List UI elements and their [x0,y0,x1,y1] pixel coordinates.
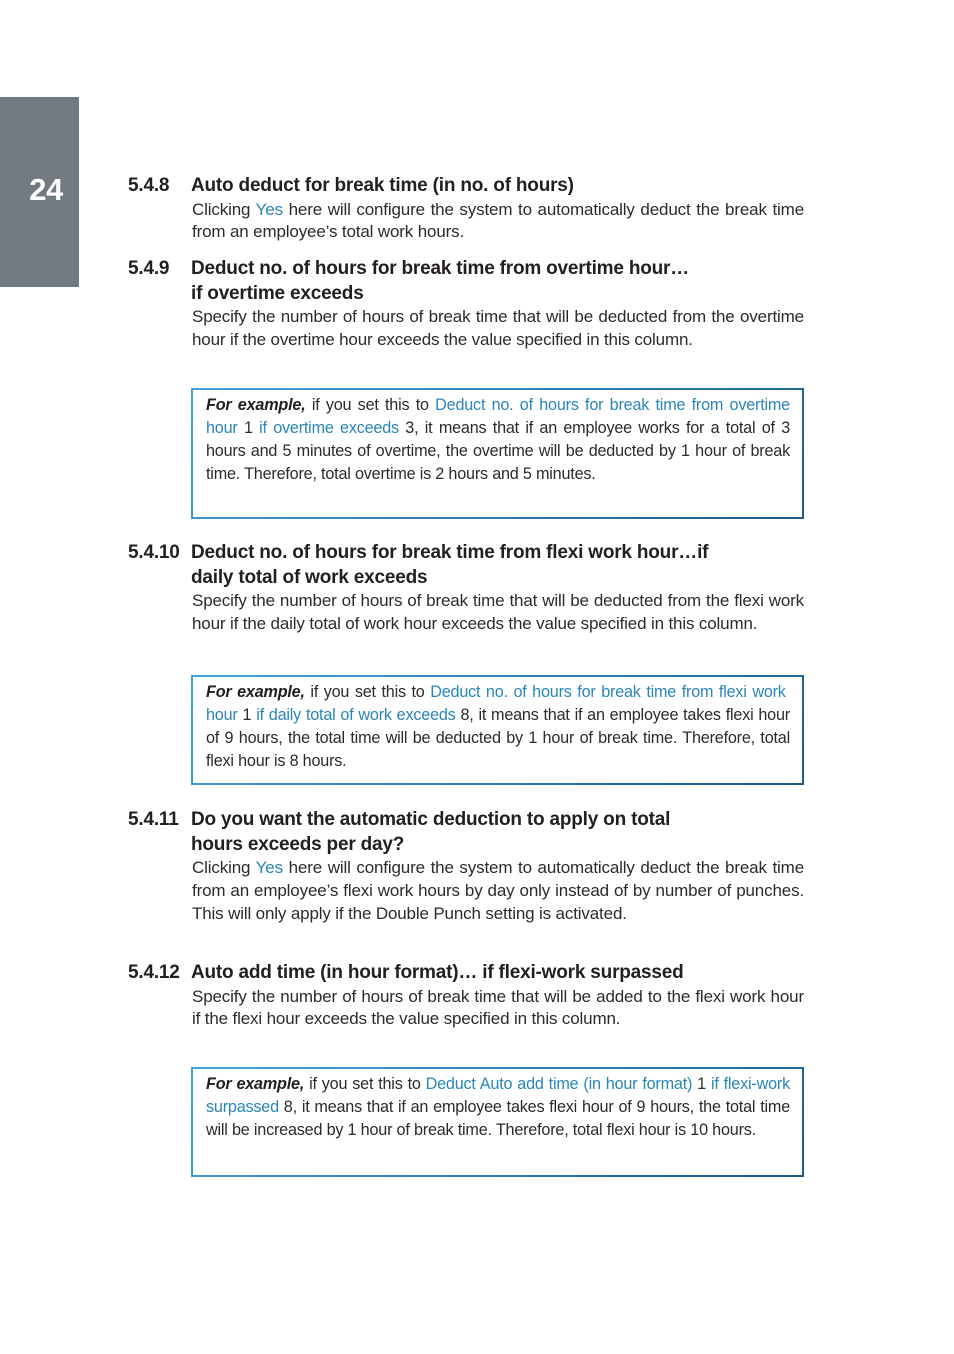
example-highlight: if overtime exceeds [259,418,399,437]
title-line-1: Deduct no. of hours for break time from … [191,542,709,563]
title-line-2: hours exceeds per day? [191,833,405,855]
section-heading: 5.4.12 Auto add time (in hour format)… i… [128,961,804,986]
section-number: 5.4.8 [128,175,170,196]
example-text: if you set this to [304,1075,426,1093]
title-line-2: daily total of work exceeds [191,566,428,588]
example-text: 8, it means that if an employee takes fl… [206,1097,790,1139]
section-heading: 5.4.8 Auto deduct for break time (in no.… [128,174,804,199]
section-number: 5.4.9 [128,258,170,279]
title-line-1: Deduct no. of hours for break time from … [191,258,690,279]
body-text: Clicking [192,199,256,219]
example-text: 1 [237,705,257,724]
page-number: 24 [29,172,63,207]
section-title: Auto deduct for break time (in no. of ho… [191,175,574,196]
example-text: if you set this to [304,683,431,701]
section-title: Do you want the automatic deduction to a… [191,808,804,857]
section-5-4-11: 5.4.11 Do you want the automatic deducti… [128,808,804,925]
section-title: Auto add time (in hour format)… if flexi… [191,962,684,983]
section-5-4-8: 5.4.8 Auto deduct for break time (in no.… [128,174,804,244]
body-text: here will configure the system to automa… [192,858,804,923]
example-box: For example, if you set this to Deduct n… [191,388,804,519]
example-text: if you set this to [305,396,436,414]
highlight-yes: Yes [255,858,283,877]
example-box: For example, if you set this to Deduct A… [191,1067,804,1177]
section-heading: 5.4.9 Deduct no. of hours for break time… [128,257,804,306]
section-title: Deduct no. of hours for break time from … [191,257,804,306]
section-body: Clicking Yes here will configure the sys… [192,857,804,925]
title-line-1: Do you want the automatic deduction to a… [191,809,671,830]
section-body: Clicking Yes here will configure the sys… [192,199,804,245]
section-5-4-12: 5.4.12 Auto add time (in hour format)… i… [128,961,804,1031]
example-text: 1 [692,1075,711,1093]
example-highlight: if daily total of work exceeds [256,705,456,724]
body-text: Clicking [192,858,256,877]
section-body: Specify the number of hours of break tim… [192,986,804,1029]
section-heading: 5.4.10 Deduct no. of hours for break tim… [128,541,804,590]
example-text: 1 [237,418,260,437]
example-highlight: Deduct Auto add time (in hour format) [425,1075,693,1093]
section-body: Specify the number of hours of break tim… [192,591,804,633]
example-lead: For example, [206,1075,305,1093]
example-lead: For example, [206,683,305,701]
section-5-4-9: 5.4.9 Deduct no. of hours for break time… [128,257,804,352]
section-5-4-10: 5.4.10 Deduct no. of hours for break tim… [128,541,804,636]
section-body: Specify the number of hours of break tim… [192,307,804,349]
section-title: Deduct no. of hours for break time from … [191,541,804,590]
highlight-yes: Yes [255,199,283,219]
section-number: 5.4.10 [128,542,180,563]
section-number: 5.4.12 [128,962,180,983]
body-text: here will configure the system to automa… [192,199,804,242]
section-number: 5.4.11 [128,809,179,830]
section-heading: 5.4.11 Do you want the automatic deducti… [128,808,804,857]
example-box: For example, if you set this to Deduct n… [191,675,804,785]
title-line-2: if overtime exceeds [191,282,364,304]
example-lead: For example, [206,396,306,414]
